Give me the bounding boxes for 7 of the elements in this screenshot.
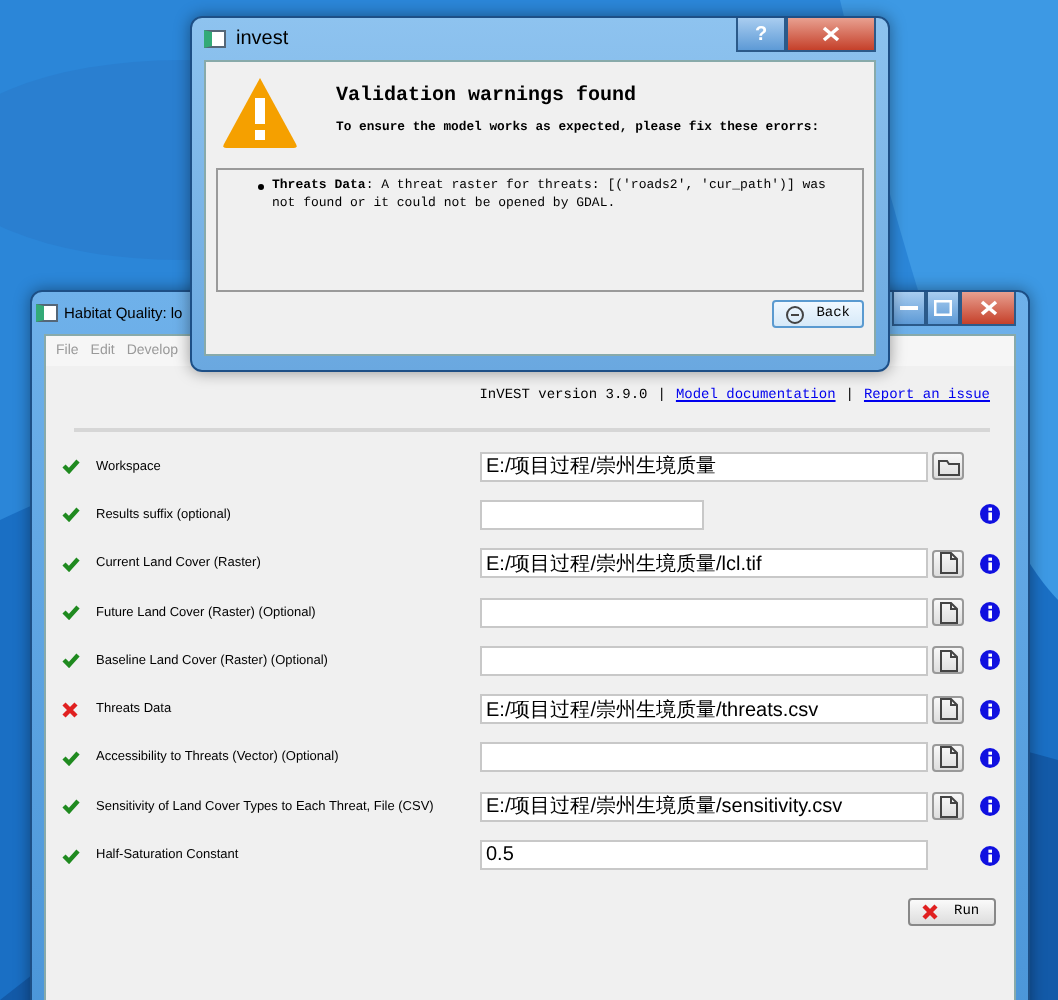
input-field[interactable]: E:/项目过程/崇州生境质量/sensitivity.csv	[480, 791, 928, 822]
dialog-heading: Validation warnings found	[336, 86, 639, 108]
input-field[interactable]: E:/项目过程/崇州生境质量	[480, 451, 928, 482]
input-field[interactable]: E:/项目过程/崇州生境质量/lcl.tif	[480, 548, 928, 579]
input-field[interactable]: E:/项目过程/崇州生境质量/threats.csv	[480, 694, 928, 725]
dialog-title: invest	[236, 28, 291, 50]
input-field[interactable]: 0.5	[480, 840, 928, 871]
